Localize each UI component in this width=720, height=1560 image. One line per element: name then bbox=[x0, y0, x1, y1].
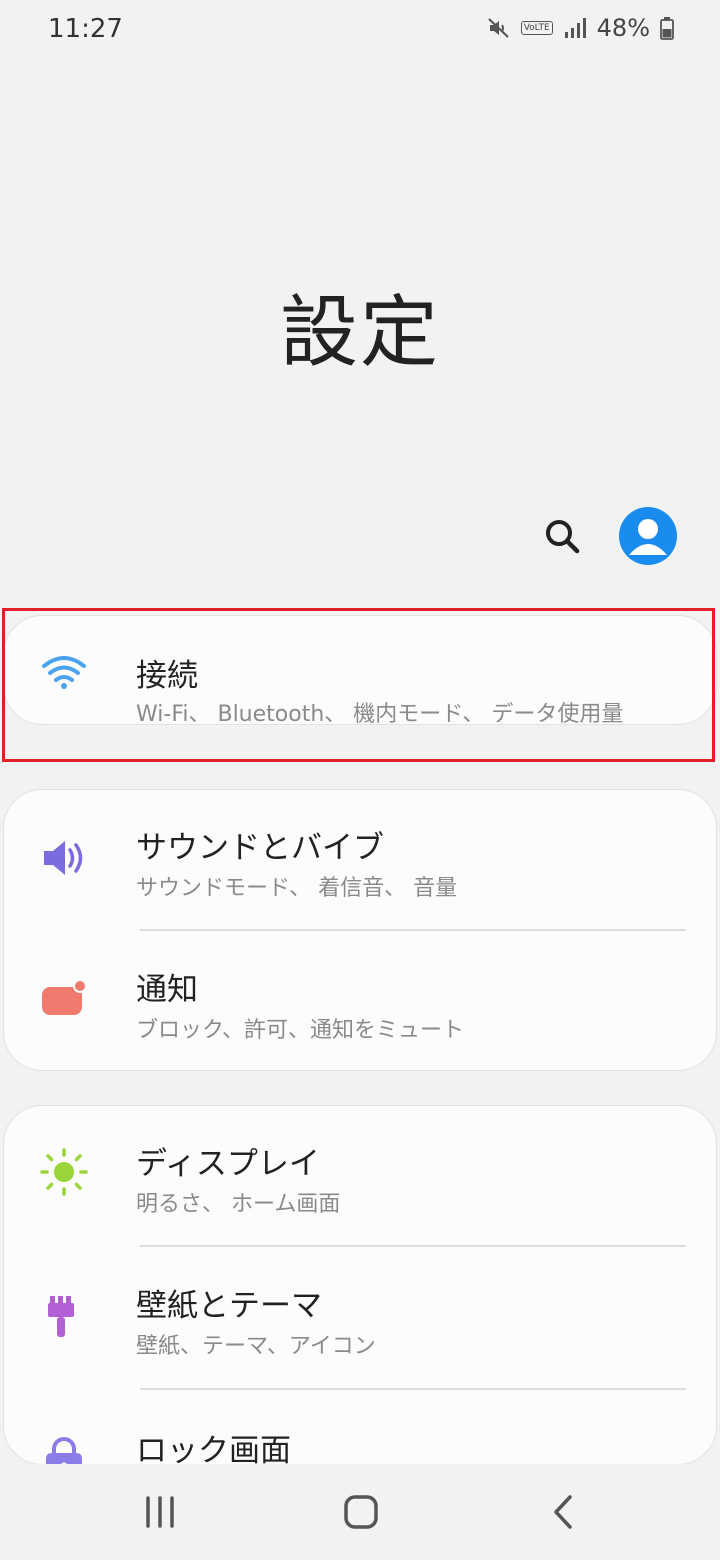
mute-icon bbox=[487, 18, 509, 38]
account-button[interactable] bbox=[619, 507, 677, 565]
home-button[interactable] bbox=[339, 1490, 383, 1534]
settings-item-title: ディスプレイ bbox=[136, 1146, 320, 1182]
status-icons: VoLTE 48% bbox=[487, 14, 674, 42]
search-icon bbox=[546, 520, 580, 554]
settings-group-connections: 接続 Wi-Fi、 Bluetooth、 機内モード、 データ使用量 bbox=[4, 616, 716, 727]
settings-item-title: ロック画面 bbox=[136, 1433, 291, 1464]
settings-item-subtitle: サウンドモード、 着信音、 音量 bbox=[136, 876, 458, 901]
status-time: 11:27 bbox=[48, 14, 123, 44]
recent-apps-icon bbox=[146, 1496, 174, 1528]
lock-icon bbox=[46, 1437, 82, 1464]
settings-item-sound[interactable]: サウンドとバイブ サウンドモード、 着信音、 音量 bbox=[4, 790, 716, 930]
battery-icon bbox=[660, 17, 674, 40]
settings-item-title: 通知 bbox=[136, 972, 198, 1008]
settings-item-title: 接続 bbox=[136, 658, 198, 694]
navigation-bar bbox=[0, 1464, 720, 1560]
back-icon bbox=[554, 1495, 572, 1529]
paintbrush-icon bbox=[48, 1296, 74, 1337]
volte-badge: VoLTE bbox=[520, 21, 553, 35]
settings-item-wallpaper[interactable]: 壁紙とテーマ 壁紙、テーマ、アイコン bbox=[4, 1246, 716, 1388]
settings-item-title: サウンドとバイブ bbox=[136, 830, 384, 866]
signal-icon bbox=[564, 18, 586, 38]
speaker-icon bbox=[44, 841, 83, 875]
settings-item-subtitle: 壁紙、テーマ、アイコン bbox=[136, 1334, 376, 1359]
notification-icon bbox=[42, 979, 87, 1015]
recent-apps-button[interactable] bbox=[138, 1490, 182, 1534]
wifi-icon bbox=[42, 656, 86, 689]
settings-item-lock-screen[interactable]: ロック画面 bbox=[4, 1389, 716, 1464]
settings-item-title: 壁紙とテーマ bbox=[136, 1288, 322, 1324]
settings-item-subtitle: ブロック、許可、通知をミュート bbox=[136, 1018, 465, 1043]
settings-item-subtitle: 明るさ、 ホーム画面 bbox=[136, 1192, 341, 1217]
search-button[interactable] bbox=[538, 512, 586, 560]
settings-group-sound-notifications: サウンドとバイブ サウンドモード、 着信音、 音量 通知 ブロック、許可、通知を… bbox=[4, 790, 716, 1070]
home-icon bbox=[344, 1495, 378, 1529]
settings-group-display: ディスプレイ 明るさ、 ホーム画面 壁紙とテーマ 壁紙、テーマ、アイコン ロック… bbox=[4, 1106, 716, 1464]
settings-item-connections[interactable]: 接続 Wi-Fi、 Bluetooth、 機内モード、 データ使用量 bbox=[4, 616, 716, 727]
status-bar: 11:27 VoLTE 48% bbox=[0, 0, 720, 60]
page-title: 設定 bbox=[279, 288, 440, 378]
back-button[interactable] bbox=[542, 1490, 586, 1534]
settings-item-display[interactable]: ディスプレイ 明るさ、 ホーム画面 bbox=[4, 1106, 716, 1246]
settings-item-subtitle: Wi-Fi、 Bluetooth、 機内モード、 データ使用量 bbox=[136, 702, 624, 727]
settings-item-notifications[interactable]: 通知 ブロック、許可、通知をミュート bbox=[4, 930, 716, 1070]
battery-percent: 48% bbox=[596, 14, 650, 42]
brightness-icon bbox=[40, 1148, 88, 1196]
avatar-icon bbox=[629, 519, 667, 555]
